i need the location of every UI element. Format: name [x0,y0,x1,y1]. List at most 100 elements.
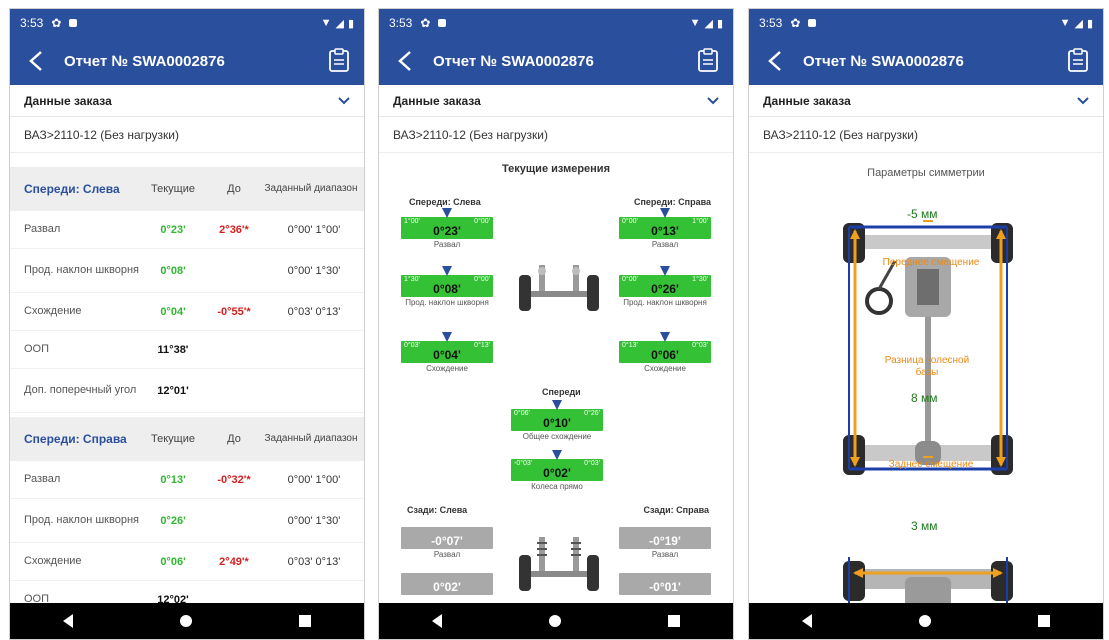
screenshot-canvas: 3:53 ✿ ▼ ◢ ▮ Отчет № SWA0002876 Данные з… [0,0,1109,640]
nav-home-icon[interactable] [548,615,561,627]
gauge-caption: Схождение [644,364,686,373]
symmetry-area: Параметры симметрии -5 мм Переднее смеще… [749,167,1103,639]
wifi-icon: ▼ [320,17,332,29]
front-suspension-illustration [519,265,599,311]
gauge-caption: Прод. наклон шкворня [405,298,489,307]
gauge-fl-toe: 0°03' 0°13' 0°04' Схождение [401,331,493,374]
signal-icon: ◢ [335,17,344,30]
nav-recent-icon[interactable] [298,615,311,627]
back-arrow-icon[interactable] [22,47,50,75]
order-data-section[interactable]: Данные заказа [379,85,733,117]
nav-back-icon[interactable] [432,614,443,628]
gauge-rr-toe: -0°01' [619,563,711,595]
back-arrow-icon[interactable] [761,47,789,75]
pin-icon [660,332,670,342]
gauge-fr-camber: 0°00' 1°00' 0°13' Развал [619,207,711,250]
pin-icon [660,208,670,218]
sd-card-icon [808,19,817,27]
back-arrow-icon[interactable] [391,47,419,75]
row-range: 0°00' 1°00' [287,223,341,236]
gauge-fl-camber: 1°00' 0°00' 0°23' Развал [401,207,493,250]
gauge-caption: Развал [433,240,461,249]
app-bar: Отчет № SWA0002876 [379,37,733,85]
nav-home-icon[interactable] [918,615,931,627]
gauge-straight: -0°03' 0°03' 0°02' Колеса прямо [511,449,603,492]
front-label: Спереди [542,387,581,397]
status-time: 3:53 [20,16,44,30]
gauge-value: 0°04' [433,348,461,362]
report-document-icon[interactable] [695,48,721,74]
battery-icon: ▮ [1086,17,1093,30]
symmetry-title: Параметры симметрии [867,167,985,179]
battery-icon: ▮ [716,17,723,30]
front-right-label: Спереди: Справа [633,197,711,207]
gauge-fl-caster: 1°30' 0°00' 0°08' Прод. наклон шкворня [401,265,493,308]
sd-card-icon [69,19,78,27]
col-current: Текущие [151,433,195,445]
gauge-value: 0°23' [433,224,461,238]
order-data-section[interactable]: Данные заказа [749,85,1103,117]
pin-icon [660,266,670,276]
pin-icon [442,266,452,276]
wifi-icon: ▼ [689,17,701,29]
table-row: Схождение 0°06' 2°49'* 0°03' 0°13' [10,543,364,581]
gauge-caption: Прод. наклон шкворня [623,298,707,307]
chevron-down-icon[interactable] [707,94,719,108]
android-nav-bar [749,603,1103,639]
row-name: Доп. поперечный угол [24,384,137,396]
sd-card-icon [438,19,447,27]
settings-status-icon: ✿ [420,16,431,30]
phone-table-view: 3:53 ✿ ▼ ◢ ▮ Отчет № SWA0002876 Данные з… [9,8,365,640]
nav-back-icon[interactable] [63,614,74,628]
nav-recent-icon[interactable] [667,615,680,627]
car-model: ВАЗ>2110-12 (Без нагрузки) [379,117,733,153]
row-range: 0°03' 0°13' [287,305,341,318]
gauge-total-toe: 0°06' 0°26' 0°10' Общее схождение [511,399,603,442]
app-bar: Отчет № SWA0002876 [749,37,1103,85]
table-row: Доп. поперечный угол 12°01' [10,369,364,413]
nav-back-icon[interactable] [802,614,813,628]
phone-measurements-view: 3:53 ✿ ▼ ◢ ▮ Отчет № SWA0002876 Данные з… [378,8,734,640]
gauge-rl-camber: -0°07' Развал [401,517,493,560]
gauge-caption: Развал [651,240,679,249]
table-row: Прод. наклон шкворня 0°08' 0°00' 1°30' [10,249,364,293]
row-before: 2°49'* [219,555,249,568]
android-nav-bar [10,603,364,639]
chassis-illustration [843,220,1013,617]
gauge-fr-toe: 0°13' 0°03' 0°06' Схождение [619,331,711,374]
col-before: До [227,433,241,445]
rear-left-label: Сзади: Слева [407,505,468,515]
car-model: ВАЗ>2110-12 (Без нагрузки) [749,117,1103,153]
table-row: Прод. наклон шкворня 0°26' 0°00' 1°30' [10,499,364,543]
table-row: Развал 0°13' -0°32'* 0°00' 1°00' [10,461,364,499]
row-current: 0°06' [160,555,186,568]
row-before: -0°32'* [217,473,251,486]
page-title: Отчет № SWA0002876 [433,52,594,70]
order-data-section[interactable]: Данные заказа [10,85,364,117]
row-current: 0°04' [160,305,186,318]
row-current: 0°08' [160,264,186,277]
row-before: -0°55'* [217,305,251,318]
gauge-rl-toe: 0°02' [401,563,493,595]
status-bar: 3:53 ✿ ▼ ◢ ▮ [10,9,364,37]
gauge-value: -0°07' [431,534,463,548]
measurements-title: Текущие измерения [501,163,610,175]
gauge-rr-camber: -0°19' Развал [619,517,711,560]
nav-recent-icon[interactable] [1037,615,1050,627]
row-before: 2°36'* [219,223,249,236]
report-document-icon[interactable] [326,48,352,74]
gauge-value: 0°02' [543,466,571,480]
rear-right-label: Сзади: Справа [643,505,709,515]
battery-icon: ▮ [347,17,354,30]
report-document-icon[interactable] [1065,48,1091,74]
chevron-down-icon[interactable] [1077,94,1089,108]
row-current: 11°38' [157,343,189,356]
chevron-down-icon[interactable] [338,94,350,108]
pin-icon [442,332,452,342]
front-left-rows: Развал 0°23' 2°36'* 0°00' 1°00' Прод. наклон… [10,211,364,413]
table-row: Схождение 0°04' -0°55'* 0°03' 0°13' [10,293,364,331]
gauge-caption: Общее схождение [522,432,592,441]
row-current: 0°23' [160,223,186,236]
signal-icon: ◢ [1074,17,1083,30]
nav-home-icon[interactable] [179,615,192,627]
